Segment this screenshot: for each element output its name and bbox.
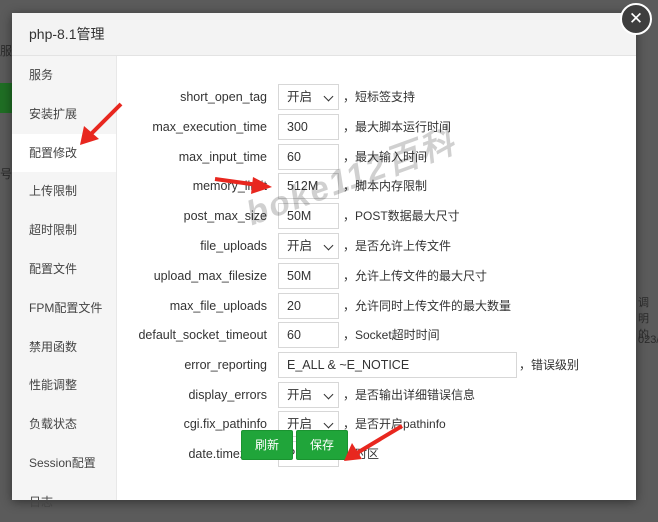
arrow-to-save-button <box>344 424 404 461</box>
annotation-arrows <box>80 102 404 461</box>
arrow-to-memory-limit <box>214 177 272 194</box>
arrow-to-config-tab <box>80 102 123 145</box>
